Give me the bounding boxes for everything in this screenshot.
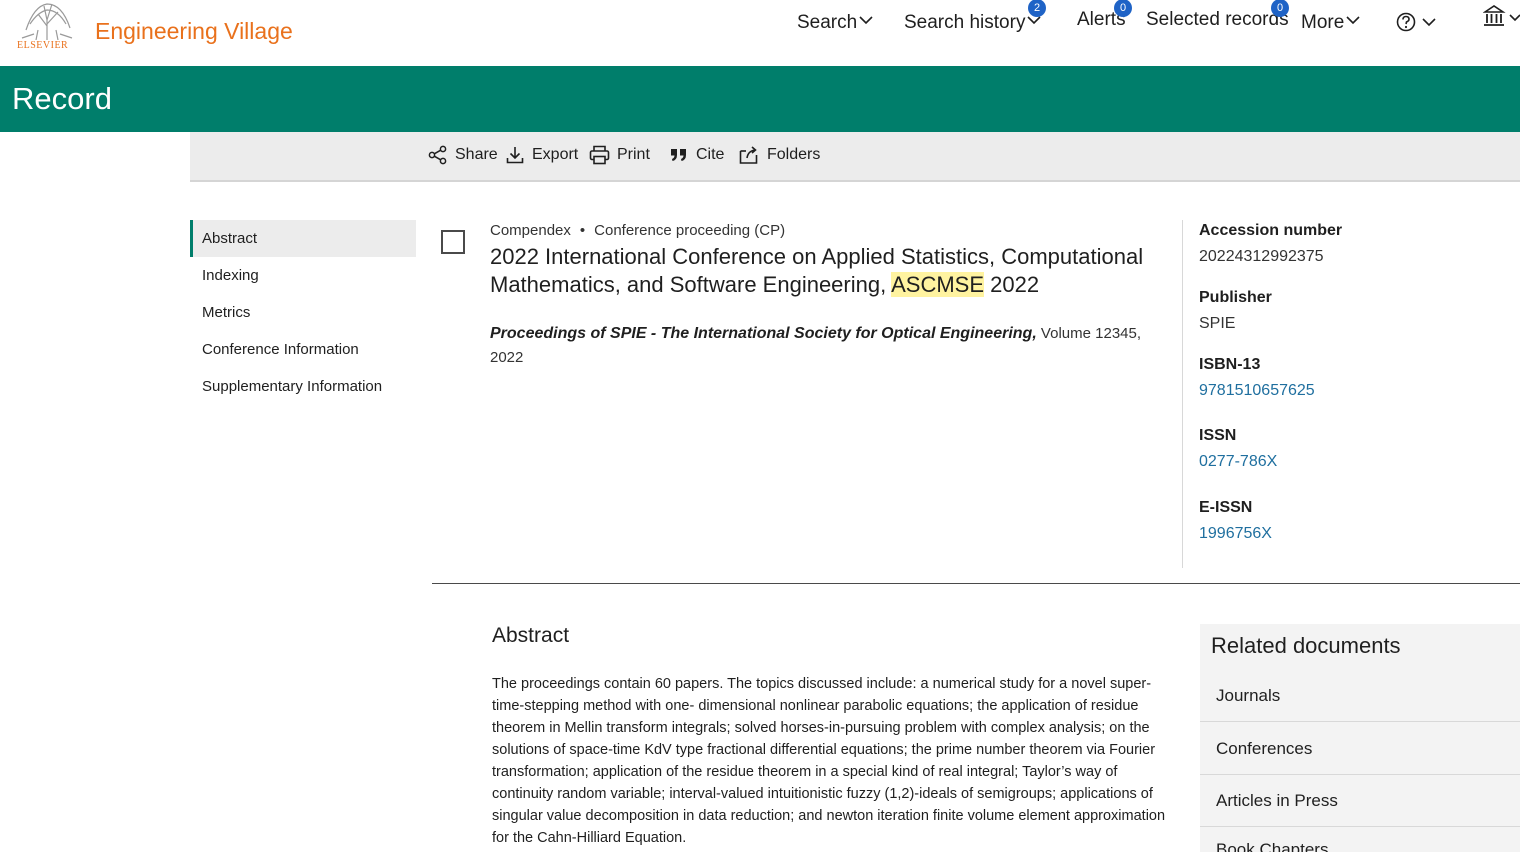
publisher-label: Publisher — [1199, 289, 1272, 306]
eissn-link[interactable]: 1996756X — [1199, 525, 1272, 543]
sidenav-item-supplementary-information[interactable]: Supplementary Information — [190, 368, 416, 405]
record-banner: Record — [0, 66, 1520, 132]
record-title-text: 2022 International Conference on Applied… — [490, 244, 1144, 297]
help-menu[interactable] — [1396, 12, 1438, 38]
record-section-nav: Abstract Indexing Metrics Conference Inf… — [190, 220, 416, 405]
sidenav-item-conference-information[interactable]: Conference Information — [190, 331, 416, 368]
print-button[interactable]: Print — [589, 144, 650, 166]
elsevier-tree-icon — [21, 3, 73, 41]
journal-name[interactable]: Proceedings of SPIE - The International … — [490, 325, 1037, 342]
chevron-down-icon — [859, 9, 873, 31]
abstract-text: The proceedings contain 60 papers. The t… — [492, 676, 1166, 846]
share-button[interactable]: Share — [428, 144, 498, 166]
export-button[interactable]: Export — [505, 144, 578, 166]
publication-line: Proceedings of SPIE - The International … — [490, 322, 1150, 370]
publisher-field: Publisher SPIE — [1199, 289, 1272, 333]
record-source-line: Compendex • Conference proceeding (CP) — [490, 222, 785, 239]
abstract-heading: Abstract — [492, 624, 570, 647]
isbn-field: ISBN-13 9781510657625 — [1199, 356, 1315, 400]
nav-more-label: More — [1301, 12, 1345, 33]
accession-number-label: Accession number — [1199, 222, 1343, 239]
institution-icon — [1482, 5, 1520, 26]
nav-search[interactable]: Search — [797, 9, 873, 34]
isbn-label: ISBN-13 — [1199, 356, 1261, 373]
meta-divider — [1182, 220, 1183, 568]
brand-name[interactable]: Engineering Village — [95, 18, 293, 45]
sidenav-item-metrics[interactable]: Metrics — [190, 294, 416, 331]
record-title-suffix: 2022 — [984, 272, 1040, 297]
share-icon — [428, 145, 447, 165]
nav-search-label: Search — [797, 12, 858, 33]
select-record-checkbox[interactable] — [441, 230, 465, 254]
related-item-conferences[interactable]: Conferences — [1200, 723, 1520, 775]
related-documents-panel: Related documents Journals Conferences A… — [1200, 624, 1520, 852]
related-item-articles-in-press[interactable]: Articles in Press — [1200, 775, 1520, 827]
issn-label: ISSN — [1199, 427, 1237, 444]
sidenav-item-abstract[interactable]: Abstract — [190, 220, 416, 257]
export-icon — [506, 147, 524, 164]
folders-button[interactable]: Folders — [739, 144, 820, 166]
export-label: Export — [532, 146, 579, 163]
nav-selected-records-label: Selected records — [1146, 9, 1289, 30]
nav-search-history-label: Search history — [904, 12, 1026, 33]
cite-icon — [671, 149, 686, 161]
related-item-journals[interactable]: Journals — [1200, 670, 1520, 722]
top-header: ELSEVIER Engineering Village Search Sear… — [0, 0, 1520, 66]
help-circle-icon — [1396, 12, 1436, 32]
nav-alerts[interactable]: Alerts 0 — [1077, 0, 1132, 31]
eissn-label: E-ISSN — [1199, 499, 1253, 516]
elsevier-wordmark: ELSEVIER — [17, 40, 69, 51]
isbn-link[interactable]: 9781510657625 — [1199, 382, 1315, 400]
page-title: Record — [12, 81, 112, 116]
nav-more[interactable]: More — [1301, 9, 1360, 34]
document-type: Conference proceeding (CP) — [594, 222, 786, 239]
issn-field: ISSN 0277-786X — [1199, 427, 1277, 471]
eissn-field: E-ISSN 1996756X — [1199, 499, 1272, 543]
chevron-down-icon — [1346, 9, 1360, 31]
record-toolbar: Share Export Print Cite Folders — [190, 132, 1520, 182]
accession-number-field: Accession number 20224312992375 — [1199, 222, 1342, 266]
record-title-highlight: ASCMSE — [891, 272, 985, 297]
related-documents-heading: Related documents — [1211, 633, 1401, 658]
database-name: Compendex — [490, 222, 571, 239]
folders-label: Folders — [767, 146, 821, 163]
separator-dot: • — [579, 222, 586, 239]
section-divider — [432, 583, 1520, 584]
share-label: Share — [455, 146, 498, 163]
record-title: 2022 International Conference on Applied… — [490, 243, 1170, 299]
nav-search-history[interactable]: Search history 2 — [904, 0, 1046, 34]
sidenav-item-indexing[interactable]: Indexing — [190, 257, 416, 294]
issn-link[interactable]: 0277-786X — [1199, 453, 1277, 471]
search-history-count-badge: 2 — [1028, 0, 1046, 17]
alerts-count-badge: 0 — [1114, 0, 1132, 17]
print-icon — [589, 145, 610, 165]
nav-selected-records[interactable]: Selected records 0 — [1146, 0, 1289, 31]
accession-number-value: 20224312992375 — [1199, 248, 1324, 265]
cite-button[interactable]: Cite — [669, 144, 724, 166]
cite-label: Cite — [696, 146, 725, 163]
related-item-book-chapters[interactable]: Book Chapters — [1200, 827, 1520, 852]
print-label: Print — [617, 146, 650, 163]
institution-menu[interactable] — [1482, 5, 1520, 33]
folder-icon — [739, 146, 758, 164]
publisher-value: SPIE — [1199, 315, 1236, 332]
